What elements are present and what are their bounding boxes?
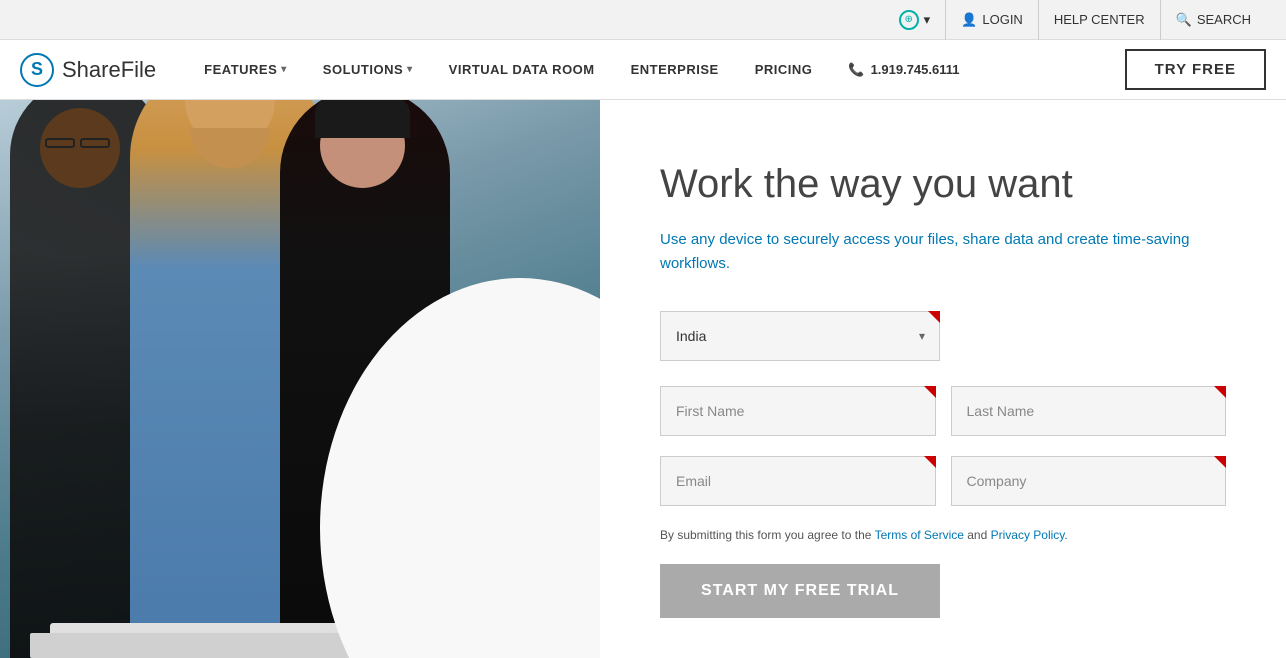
phone-number: 1.919.745.6111 bbox=[871, 62, 960, 77]
phone-nav: 📞 1.919.745.6111 bbox=[830, 62, 977, 78]
last-name-input[interactable] bbox=[951, 386, 1227, 436]
nav-virtual-data-room[interactable]: VIRTUAL DATA ROOM bbox=[431, 40, 613, 100]
login-label: LOGIN bbox=[982, 12, 1022, 27]
hero-section: Work the way you want Use any device to … bbox=[0, 100, 1286, 658]
chevron-down-icon: ▾ bbox=[281, 64, 287, 75]
login-link[interactable]: 👤 LOGIN bbox=[946, 0, 1039, 40]
hero-content: Work the way you want Use any device to … bbox=[600, 100, 1286, 658]
sharefile-logo[interactable]: S ShareFile bbox=[20, 53, 156, 87]
hero-title: Work the way you want bbox=[660, 160, 1226, 208]
help-center-link[interactable]: HELP CENTER bbox=[1039, 0, 1161, 40]
nav-enterprise[interactable]: ENTERPRISE bbox=[613, 40, 737, 100]
start-free-trial-button[interactable]: START MY FREE TRIAL bbox=[660, 564, 940, 618]
logo-name: ShareFile bbox=[62, 57, 156, 83]
country-select[interactable]: India United States United Kingdom Canad… bbox=[660, 311, 940, 361]
email-field bbox=[660, 456, 936, 506]
nav-solutions[interactable]: SOLUTIONS ▾ bbox=[305, 40, 431, 100]
company-input[interactable] bbox=[951, 456, 1227, 506]
company-field bbox=[951, 456, 1227, 506]
terms-text: By submitting this form you agree to the… bbox=[660, 526, 1226, 544]
logo-s-icon: S bbox=[20, 53, 54, 87]
top-bar: ⊕ ▾ 👤 LOGIN HELP CENTER 🔍 SEARCH bbox=[0, 0, 1286, 40]
phone-icon: 📞 bbox=[848, 62, 864, 78]
main-nav: S ShareFile FEATURES ▾ SOLUTIONS ▾ VIRTU… bbox=[0, 40, 1286, 100]
hero-image bbox=[0, 100, 600, 658]
language-selector[interactable]: ⊕ ▾ bbox=[884, 0, 947, 40]
nav-links: FEATURES ▾ SOLUTIONS ▾ VIRTUAL DATA ROOM… bbox=[186, 40, 1124, 100]
search-label: SEARCH bbox=[1197, 12, 1251, 27]
user-icon: 👤 bbox=[961, 12, 977, 28]
search-icon: 🔍 bbox=[1176, 12, 1192, 28]
terms-of-service-link[interactable]: Terms of Service bbox=[875, 528, 964, 542]
globe-icon: ⊕ bbox=[899, 10, 919, 30]
nav-features[interactable]: FEATURES ▾ bbox=[186, 40, 305, 100]
first-name-field bbox=[660, 386, 936, 436]
nav-pricing[interactable]: PRICING bbox=[737, 40, 831, 100]
name-row bbox=[660, 386, 1226, 436]
search-link[interactable]: 🔍 SEARCH bbox=[1161, 0, 1266, 40]
last-name-field bbox=[951, 386, 1227, 436]
top-bar-items: ⊕ ▾ 👤 LOGIN HELP CENTER 🔍 SEARCH bbox=[884, 0, 1266, 40]
help-center-label: HELP CENTER bbox=[1054, 12, 1145, 27]
email-input[interactable] bbox=[660, 456, 936, 506]
country-select-wrapper: India United States United Kingdom Canad… bbox=[660, 311, 940, 361]
first-name-input[interactable] bbox=[660, 386, 936, 436]
privacy-policy-link[interactable]: Privacy Policy bbox=[991, 528, 1065, 542]
hero-subtitle: Use any device to securely access your f… bbox=[660, 228, 1226, 276]
chevron-down-icon: ▾ bbox=[407, 64, 413, 75]
chevron-down-icon: ▾ bbox=[924, 12, 931, 28]
email-company-row bbox=[660, 456, 1226, 506]
try-free-button[interactable]: TRY FREE bbox=[1125, 49, 1266, 90]
